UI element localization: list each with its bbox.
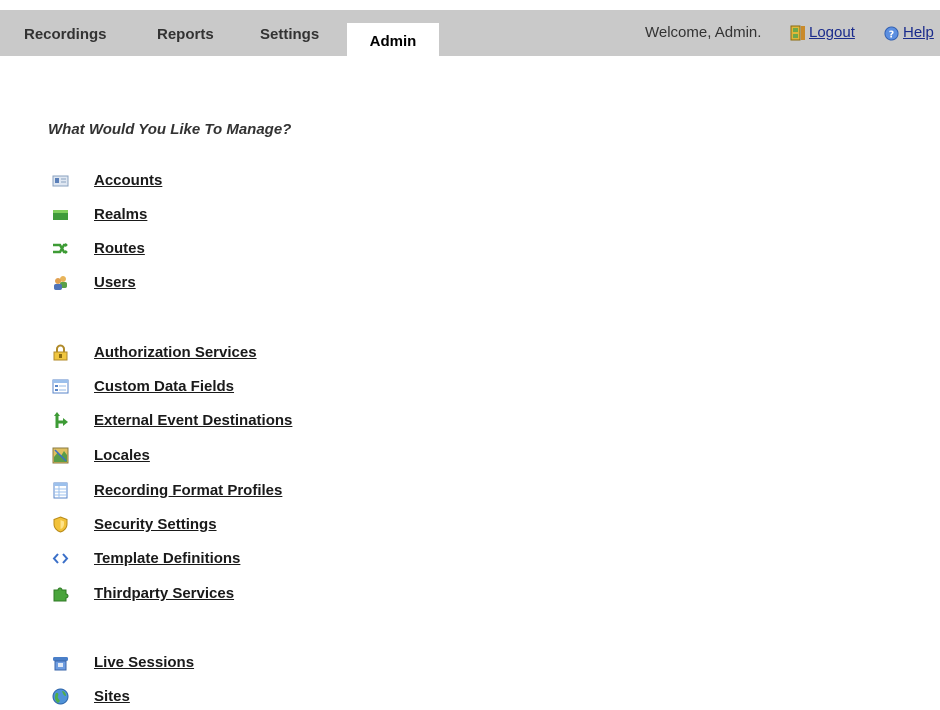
page-heading: What Would You Like To Manage?	[48, 121, 292, 138]
accounts-link[interactable]: Accounts	[94, 170, 162, 192]
form-fields-icon	[52, 379, 69, 394]
menu-item-accounts[interactable]: Accounts	[48, 170, 448, 194]
tab-recordings[interactable]: Recordings	[24, 10, 107, 56]
code-brackets-icon	[52, 553, 69, 564]
map-icon	[52, 447, 69, 464]
authorization-services-link[interactable]: Authorization Services	[94, 342, 257, 364]
menu-item-routes[interactable]: Routes	[48, 238, 448, 262]
menu-item-realms[interactable]: Realms	[48, 204, 448, 228]
users-people-icon	[54, 276, 67, 290]
realms-green-box-icon	[53, 210, 68, 220]
routes-arrows-icon	[53, 243, 68, 254]
menu-item-template-definitions[interactable]: Template Definitions	[48, 548, 448, 572]
custom-data-fields-link[interactable]: Custom Data Fields	[94, 376, 234, 398]
telephone-icon	[53, 657, 68, 671]
logout-door-icon[interactable]	[790, 25, 806, 41]
routes-link[interactable]: Routes	[94, 238, 145, 260]
menu-item-thirdparty-services[interactable]: Thirdparty Services	[48, 583, 448, 607]
menu-item-security-settings[interactable]: Security Settings	[48, 514, 448, 538]
tab-reports[interactable]: Reports	[157, 10, 214, 56]
menu-item-sites[interactable]: Sites	[48, 686, 448, 710]
live-sessions-link[interactable]: Live Sessions	[94, 652, 194, 674]
recording-format-profiles-link[interactable]: Recording Format Profiles	[94, 480, 282, 502]
lock-icon	[53, 344, 68, 361]
top-navigation-bar: Recordings Reports Settings Admin Welcom…	[0, 10, 940, 56]
external-event-destinations-link[interactable]: External Event Destinations	[94, 410, 292, 432]
accounts-card-icon	[52, 175, 69, 187]
logout-link[interactable]: Logout	[809, 10, 855, 56]
tab-settings[interactable]: Settings	[260, 10, 319, 56]
users-link[interactable]: Users	[94, 272, 136, 294]
locales-link[interactable]: Locales	[94, 445, 150, 467]
menu-item-authorization-services[interactable]: Authorization Services	[48, 342, 448, 366]
realms-link[interactable]: Realms	[94, 204, 147, 226]
tab-admin[interactable]: Admin	[347, 23, 439, 56]
menu-item-locales[interactable]: Locales	[48, 445, 448, 469]
svg-text:?: ?	[889, 29, 894, 40]
globe-icon	[52, 688, 69, 705]
security-settings-link[interactable]: Security Settings	[94, 514, 217, 536]
menu-item-external-event-destinations[interactable]: External Event Destinations	[48, 410, 448, 434]
shield-icon	[53, 516, 68, 533]
thirdparty-services-link[interactable]: Thirdparty Services	[94, 583, 234, 605]
menu-item-recording-format-profiles[interactable]: Recording Format Profiles	[48, 480, 448, 504]
template-definitions-link[interactable]: Template Definitions	[94, 548, 240, 570]
table-icon	[53, 482, 68, 499]
help-icon[interactable]: ?	[884, 26, 899, 41]
menu-item-users[interactable]: Users	[48, 272, 448, 296]
welcome-text: Welcome, Admin.	[645, 24, 762, 41]
menu-item-live-sessions[interactable]: Live Sessions	[48, 652, 448, 676]
branch-arrow-icon	[54, 412, 68, 428]
menu-item-custom-data-fields[interactable]: Custom Data Fields	[48, 376, 448, 400]
puzzle-piece-icon	[53, 587, 69, 602]
help-link[interactable]: Help	[903, 10, 934, 56]
